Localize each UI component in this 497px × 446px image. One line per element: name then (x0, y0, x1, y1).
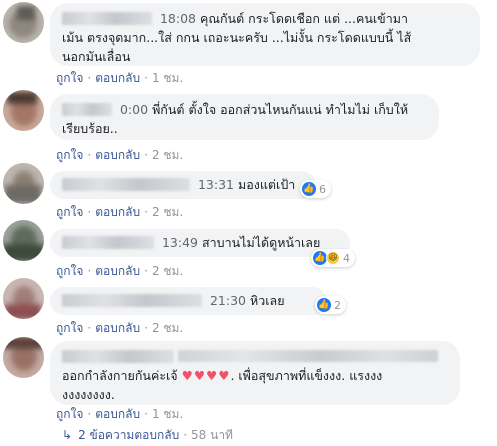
comment-age[interactable]: 2 ชม. (152, 264, 183, 278)
comment-text: สาบานไม่ได้ดูหน้าเลย (202, 235, 321, 250)
comment-bubble: 18:08 คุณกันต์ กระโดดเชือก แต่ ...คนเข้าม… (50, 3, 480, 66)
comment-text-line2-end: . เพื่อสุขภาพที่แข็งงง. แรงงง (230, 368, 383, 383)
commenter-name[interactable] (62, 103, 112, 116)
comment-timestamp: 0:00 (119, 102, 149, 117)
comment-text-line2: เรียบร้อย.. (62, 121, 118, 136)
commenter-name[interactable] (62, 236, 154, 249)
comment-age[interactable]: 1 ชม. (152, 407, 183, 421)
comment-bubble: 13:31 มองแต่เป้า (50, 171, 316, 199)
comment-actions: ถูกใจ · ตอบกลับ · 2 ชม. (56, 264, 184, 278)
comment-bubble: 21:30 หิวเลย (50, 287, 327, 315)
view-replies-link[interactable]: ↳ 2 ข้อความตอบกลับ · 58 นาที (62, 426, 233, 445)
comment-text: คุณกันต์ กระโดดเชือก แต่ ...คนเข้ามา (200, 11, 408, 26)
reaction-badge[interactable]: 👍 2 (315, 296, 346, 314)
commenter-name[interactable] (62, 350, 174, 363)
comment-timestamp: 21:30 (209, 293, 247, 308)
avatar[interactable] (3, 2, 44, 43)
like-reaction-icon: 👍 (302, 182, 316, 196)
like-link[interactable]: ถูกใจ (56, 205, 83, 219)
comment-age[interactable]: 2 ชม. (152, 205, 183, 219)
comment-bubble: 13:49 สาบานไม่ได้ดูหน้าเลย (50, 229, 350, 257)
avatar[interactable] (3, 278, 44, 319)
reply-link[interactable]: ตอบกลับ (95, 321, 140, 335)
comment-actions: ถูกใจ · ตอบกลับ · 1 ชม. (56, 71, 184, 85)
comment-age[interactable]: 2 ชม. (152, 321, 183, 335)
comment-text: พี่กันต์ ตั้งใจ ออกส่วนไหนกันแน่ ทำไมไม่… (152, 102, 409, 117)
comment-age[interactable]: 1 ชม. (152, 71, 183, 85)
comment-text: หิวเลย (250, 293, 285, 308)
reply-link[interactable]: ตอบกลับ (95, 148, 140, 162)
comment-bubble: ออกกำลังกายกันค่ะเจ้ ♥♥♥♥. เพื่อสุขภาพที… (50, 341, 460, 405)
comment-text-line3: งงงงงงงง. (62, 387, 115, 402)
commenter-name[interactable] (62, 294, 202, 307)
comment-actions: ถูกใจ · ตอบกลับ · 2 ชม. (56, 148, 184, 162)
like-link[interactable]: ถูกใจ (56, 264, 83, 278)
reply-link[interactable]: ตอบกลับ (95, 407, 140, 421)
commenter-name[interactable] (62, 178, 190, 191)
comment-actions: ถูกใจ · ตอบกลับ · 2 ชม. (56, 205, 184, 219)
like-reaction-icon: 👍 (317, 298, 331, 312)
comment-bubble: 0:00 พี่กันต์ ตั้งใจ ออกส่วนไหนกันแน่ ทำไ… (50, 94, 439, 140)
comment-text-line3: นอกมันเลื่อน (62, 49, 131, 64)
like-link[interactable]: ถูกใจ (56, 321, 83, 335)
avatar[interactable] (3, 90, 44, 131)
comment-text-line2: ออกกำลังกายกันค่ะเจ้ (62, 368, 178, 383)
reaction-count: 4 (343, 251, 350, 265)
reaction-badge[interactable]: 👍 😆 4 (311, 249, 355, 267)
comment-actions: ถูกใจ · ตอบกลับ · 1 ชม. (56, 407, 184, 421)
like-link[interactable]: ถูกใจ (56, 407, 83, 421)
reply-link[interactable]: ตอบกลับ (95, 264, 140, 278)
haha-reaction-icon: 😆 (326, 251, 340, 265)
comment-age[interactable]: 2 ชม. (152, 148, 183, 162)
like-link[interactable]: ถูกใจ (56, 148, 83, 162)
avatar[interactable] (3, 220, 44, 261)
avatar[interactable] (3, 337, 44, 378)
reaction-badge[interactable]: 👍 6 (300, 180, 331, 198)
reply-link[interactable]: ตอบกลับ (95, 71, 140, 85)
reaction-count: 2 (334, 298, 341, 312)
heart-emojis: ♥♥♥♥ (181, 368, 231, 383)
replies-count-label[interactable]: 2 ข้อความตอบกลับ (78, 428, 179, 442)
reply-arrow-icon: ↳ (62, 428, 73, 442)
redacted-text (178, 350, 438, 362)
like-link[interactable]: ถูกใจ (56, 71, 83, 85)
comment-timestamp: 18:08 (159, 11, 197, 26)
comment-text: มองแต่เป้า (238, 177, 296, 192)
commenter-name[interactable] (62, 12, 152, 25)
comment-text-line2: เม้น ตรงจุดมาก...ใส่ กกน เถอะนะครับ ...ไ… (62, 30, 412, 45)
comment-actions: ถูกใจ · ตอบกลับ · 2 ชม. (56, 321, 184, 335)
like-reaction-icon: 👍 (313, 251, 327, 265)
reaction-count: 6 (319, 182, 326, 196)
replies-age: 58 นาที (191, 428, 233, 442)
reply-link[interactable]: ตอบกลับ (95, 205, 140, 219)
comment-timestamp: 13:49 (161, 235, 199, 250)
comment-timestamp: 13:31 (197, 177, 235, 192)
avatar[interactable] (3, 163, 44, 204)
